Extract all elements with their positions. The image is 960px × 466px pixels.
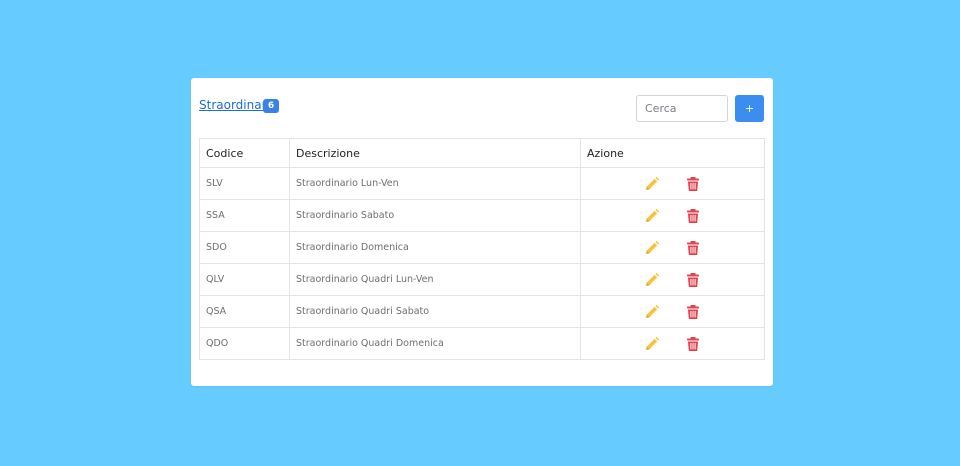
pencil-icon[interactable] [644,208,660,224]
overtime-panel: Straordinari 6 + Codice Descrizione Azio… [191,78,773,386]
trash-icon[interactable] [685,336,701,352]
pencil-icon[interactable] [644,176,660,192]
cell-description: Straordinario Quadri Domenica [289,327,581,360]
cell-code: QDO [199,327,290,360]
cell-description: Straordinario Domenica [289,231,581,264]
trash-icon[interactable] [685,176,701,192]
cell-actions [580,199,765,232]
cell-code: QLV [199,263,290,296]
trash-icon[interactable] [685,272,701,288]
pencil-icon[interactable] [644,240,660,256]
header-actions: Azione [580,138,765,168]
cell-code: SLV [199,167,290,200]
cell-code: SSA [199,199,290,232]
count-badge: 6 [263,99,279,113]
cell-actions [580,263,765,296]
cell-code: QSA [199,295,290,328]
table-body: SLV Straordinario Lun-Ven SSA Straordina… [199,167,765,360]
search-input[interactable] [636,95,728,122]
cell-actions [580,231,765,264]
cell-description: Straordinario Quadri Sabato [289,295,581,328]
cell-description: Straordinario Sabato [289,199,581,232]
table-header-row: Codice Descrizione Azione [199,138,765,168]
cell-actions [580,295,765,328]
trash-icon[interactable] [685,208,701,224]
cell-description: Straordinario Lun-Ven [289,167,581,200]
table-row: QDO Straordinario Quadri Domenica [199,327,765,360]
table-row: SDO Straordinario Domenica [199,231,765,264]
panel-header: Straordinari 6 + [191,78,773,134]
table-row: QLV Straordinario Quadri Lun-Ven [199,263,765,296]
table-row: SSA Straordinario Sabato [199,199,765,232]
pencil-icon[interactable] [644,272,660,288]
header-description: Descrizione [289,138,581,168]
cell-actions [580,167,765,200]
table-row: QSA Straordinario Quadri Sabato [199,295,765,328]
add-button[interactable]: + [735,95,764,122]
cell-actions [580,327,765,360]
overtime-table: Codice Descrizione Azione SLV Straordina… [199,138,765,360]
cell-code: SDO [199,231,290,264]
panel-title-link[interactable]: Straordinari [199,98,270,112]
trash-icon[interactable] [685,240,701,256]
pencil-icon[interactable] [644,336,660,352]
cell-description: Straordinario Quadri Lun-Ven [289,263,581,296]
trash-icon[interactable] [685,304,701,320]
pencil-icon[interactable] [644,304,660,320]
header-code: Codice [199,138,290,168]
table-row: SLV Straordinario Lun-Ven [199,167,765,200]
